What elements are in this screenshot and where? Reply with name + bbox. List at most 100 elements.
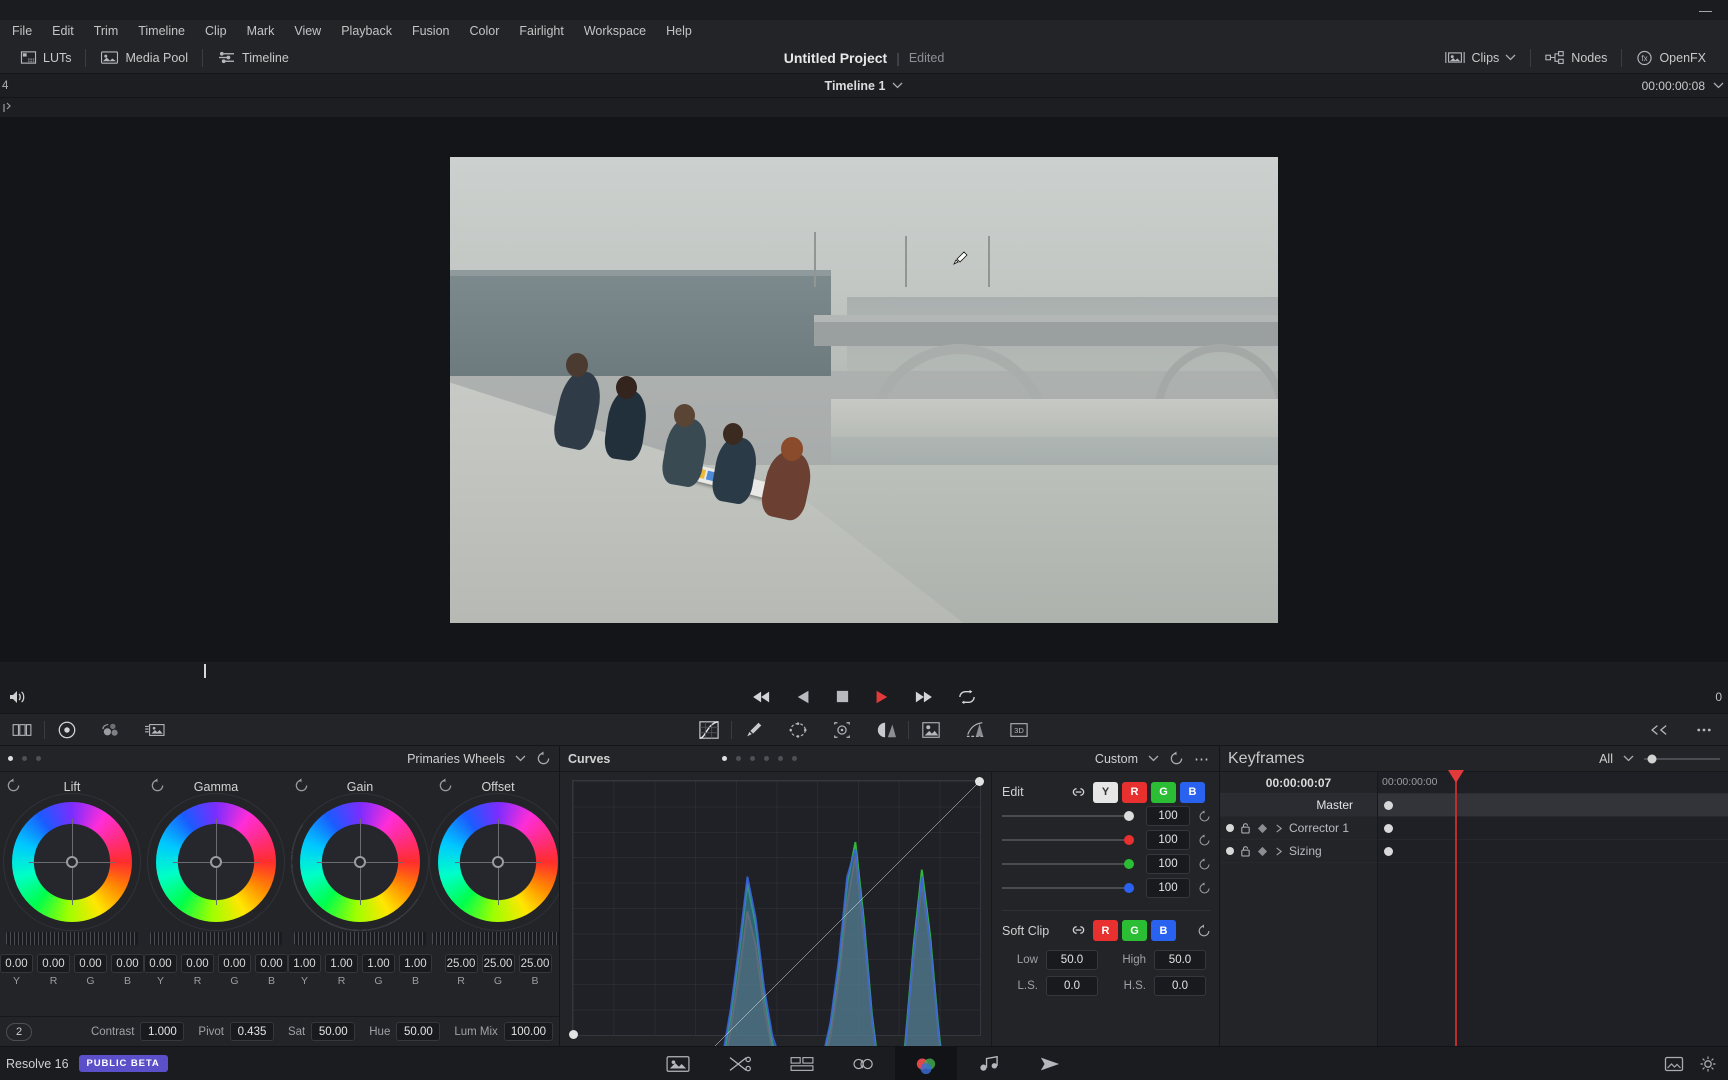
softclip-value-high[interactable]: 50.0 [1154, 950, 1206, 970]
footer-field-value[interactable]: 0.435 [229, 1022, 274, 1041]
menu-item-color[interactable]: Color [459, 22, 509, 40]
edit-slider-y[interactable] [1002, 806, 1138, 826]
softclip-value-low[interactable]: 50.0 [1046, 950, 1098, 970]
edit-slider-b[interactable] [1002, 878, 1138, 898]
menu-item-edit[interactable]: Edit [42, 22, 84, 40]
wheel-slider-lift[interactable] [6, 932, 138, 945]
reset-icon[interactable] [6, 778, 21, 793]
menu-item-clip[interactable]: Clip [195, 22, 237, 40]
softclip-channel-b[interactable]: B [1151, 920, 1176, 941]
value-field[interactable]: 0.00 [111, 954, 144, 973]
reset-circle-icon[interactable] [1197, 923, 1211, 938]
lock-icon[interactable] [1240, 822, 1251, 834]
curves-page-dot[interactable] [792, 756, 798, 761]
curve-control-point[interactable] [569, 1030, 578, 1039]
luts-icon[interactable] [20, 50, 37, 65]
chevron-down-icon[interactable] [515, 755, 526, 762]
reset-circle-icon[interactable] [536, 751, 551, 766]
value-field[interactable]: 0.00 [37, 954, 70, 973]
tracker-palette-button[interactable] [820, 714, 864, 746]
curves-page-dot[interactable] [764, 756, 770, 761]
toolbar-timeline-button[interactable]: Timeline [203, 42, 303, 74]
edit-slider-r[interactable] [1002, 830, 1138, 850]
menu-item-help[interactable]: Help [656, 22, 702, 40]
value-field[interactable]: 0.00 [144, 954, 177, 973]
blur-palette-button[interactable] [909, 714, 953, 746]
curves-palette-button[interactable] [687, 714, 731, 746]
nav-edit[interactable] [771, 1047, 833, 1080]
reset-icon[interactable] [438, 778, 453, 793]
nav-cut[interactable] [709, 1047, 771, 1080]
viewer-scrubbar[interactable] [0, 662, 1728, 680]
keyframe-marker[interactable] [1384, 824, 1393, 833]
keyframes-row-sizing[interactable]: Sizing [1220, 840, 1377, 863]
reset-icon[interactable] [1198, 833, 1211, 847]
chevron-down-icon[interactable] [892, 82, 903, 89]
slider-handle[interactable] [1124, 859, 1134, 869]
toolbar-openfx-button[interactable]: fx OpenFX [1622, 42, 1720, 74]
reset-icon[interactable] [150, 778, 165, 793]
keyframes-track-sizing[interactable] [1378, 840, 1728, 863]
slider-handle[interactable] [1124, 811, 1134, 821]
menu-item-workspace[interactable]: Workspace [574, 22, 656, 40]
play-reverse-button[interactable] [796, 689, 812, 705]
edit-slider-g[interactable] [1002, 854, 1138, 874]
edit-channel-r[interactable]: R [1122, 781, 1147, 803]
curves-page-dot[interactable] [750, 756, 756, 761]
menu-item-fusion[interactable]: Fusion [402, 22, 460, 40]
ellipsis-icon[interactable]: ⋯ [1194, 750, 1211, 768]
value-field[interactable]: 1.00 [288, 954, 321, 973]
softclip-value-ls[interactable]: 0.0 [1046, 976, 1098, 996]
toolbar-nodes-button[interactable]: Nodes [1531, 42, 1621, 74]
chevron-down-icon[interactable] [1148, 755, 1159, 762]
toolbar-luts-button[interactable]: LUTs [6, 42, 85, 74]
menu-item-mark[interactable]: Mark [237, 22, 285, 40]
wheel-knob-gain[interactable] [354, 856, 366, 868]
menu-item-playback[interactable]: Playback [331, 22, 402, 40]
primaries-page-dots[interactable] [8, 756, 41, 761]
clip-viewer[interactable] [0, 118, 1728, 662]
softclip-channel-r[interactable]: R [1093, 920, 1118, 941]
keyframes-playhead[interactable] [1448, 770, 1464, 1046]
color-wheel-lift[interactable] [3, 793, 141, 931]
menu-item-timeline[interactable]: Timeline [128, 22, 195, 40]
chevron-down-icon[interactable] [1623, 755, 1634, 762]
primaries-page-dot[interactable] [22, 756, 27, 761]
color-wheel-gamma[interactable] [147, 793, 285, 931]
wheel-slider-gamma[interactable] [150, 932, 282, 945]
curves-page-dot[interactable] [736, 756, 742, 761]
edit-channel-b[interactable]: B [1180, 781, 1205, 803]
value-field[interactable]: 25.00 [444, 954, 478, 973]
wheel-knob-gamma[interactable] [210, 856, 222, 868]
value-field[interactable]: 1.00 [399, 954, 432, 973]
jump-to-start-button[interactable] [751, 689, 773, 705]
window-palette-button[interactable] [776, 714, 820, 746]
timeline-name-group[interactable]: Timeline 1 [0, 79, 1728, 93]
nav-media[interactable] [647, 1047, 709, 1080]
key-palette-button[interactable] [953, 714, 997, 746]
color-wheel-offset[interactable] [429, 793, 559, 931]
keyframes-track-corrector-1[interactable] [1378, 817, 1728, 840]
reset-circle-icon[interactable] [1169, 751, 1184, 766]
footer-field-value[interactable]: 50.00 [396, 1022, 441, 1041]
edit-value-y[interactable]: 100 [1146, 806, 1190, 826]
jump-to-end-button[interactable] [912, 689, 934, 705]
stop-button[interactable] [835, 689, 850, 704]
sizing-palette-button[interactable]: 3D [997, 714, 1041, 746]
value-field[interactable]: 0.00 [181, 954, 214, 973]
clips-icon[interactable] [1444, 50, 1466, 65]
chevron-right-icon[interactable] [1274, 823, 1283, 834]
menu-item-view[interactable]: View [284, 22, 331, 40]
footer-field-value[interactable]: 100.00 [503, 1022, 553, 1041]
primaries-page-dot[interactable] [8, 756, 13, 761]
reset-icon[interactable] [1198, 809, 1211, 823]
softclip-value-hs[interactable]: 0.0 [1154, 976, 1206, 996]
curves-page-dots[interactable] [722, 756, 798, 761]
minimize-button[interactable]: — [1693, 4, 1718, 17]
lock-icon[interactable] [1240, 845, 1251, 857]
keyframes-ruler[interactable]: 00:00:00:00 [1378, 772, 1728, 794]
toolbar-clips-button[interactable]: Clips [1430, 42, 1531, 74]
value-field[interactable]: 25.00 [518, 954, 552, 973]
reset-icon[interactable] [1198, 881, 1211, 895]
keyframes-timeline[interactable]: 00:00:00:00 [1378, 770, 1728, 1046]
